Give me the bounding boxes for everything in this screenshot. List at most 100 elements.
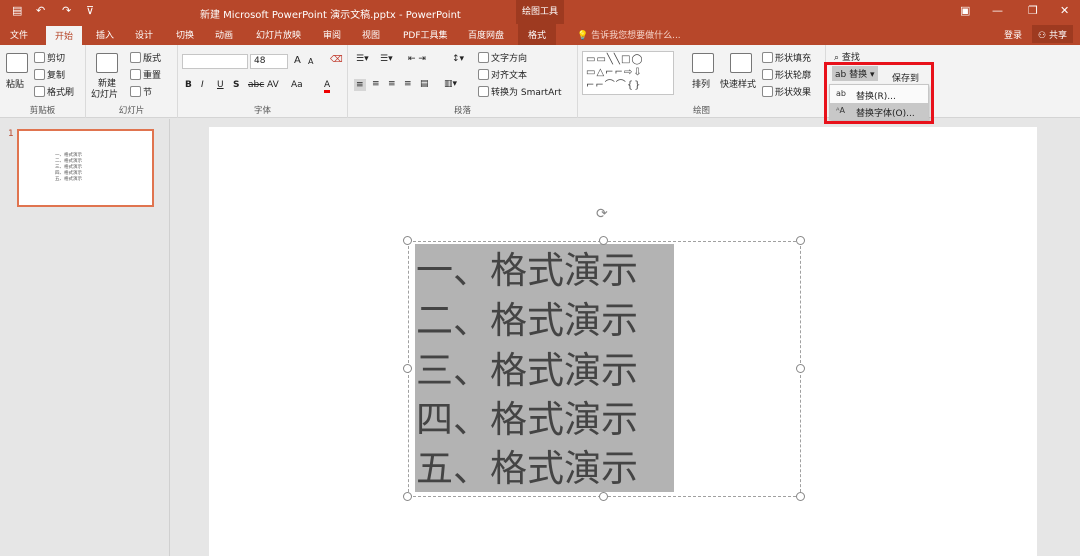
shapes-row[interactable]: ▭△⌐⌐⇨⇩	[586, 66, 670, 79]
shadow-button[interactable]: S	[233, 80, 239, 90]
resize-handle[interactable]	[796, 492, 805, 501]
tell-me-search[interactable]: 💡 告诉我您想要做什么...	[577, 28, 681, 41]
share-button[interactable]: ⚇ 共享	[1032, 25, 1073, 43]
strikethrough-button[interactable]: abc	[248, 80, 264, 90]
group-font: 48 A A ⌫ B I U S abc AV Aa A 字体	[178, 45, 348, 118]
layout-button[interactable]: 版式	[130, 51, 161, 64]
numbering-icon[interactable]: ☰▾	[380, 54, 393, 64]
smartart-label: 转换为 SmartArt	[491, 88, 562, 98]
thumb-line: 五、格式演示	[55, 177, 82, 182]
shapes-row[interactable]: ▭▭╲╲□◯	[586, 53, 670, 66]
tab-insert[interactable]: 插入	[96, 28, 114, 41]
shapes-row[interactable]: ⌐⌐⌒⌒{}	[586, 79, 670, 92]
minimize-icon[interactable]: —	[992, 4, 1003, 17]
close-icon[interactable]: ✕	[1060, 4, 1069, 17]
resize-handle[interactable]	[403, 492, 412, 501]
tab-format[interactable]: 格式	[518, 24, 557, 45]
shape-outline-button[interactable]: 形状轮廓	[762, 68, 811, 81]
tab-transitions[interactable]: 切换	[176, 28, 194, 41]
tab-baidu-netdisk[interactable]: 百度网盘	[468, 28, 504, 41]
align-center-icon[interactable]: ≡	[372, 79, 380, 89]
justify-icon[interactable]: ≡	[404, 79, 412, 89]
italic-button[interactable]: I	[201, 80, 204, 90]
paste-button[interactable]: 粘贴	[6, 77, 24, 90]
indent-icon[interactable]: ⇤ ⇥	[408, 54, 426, 64]
cut-button[interactable]: 剪切	[34, 51, 65, 64]
clear-format-button[interactable]: ⌫	[330, 55, 343, 65]
change-case-button[interactable]: Aa	[291, 80, 303, 90]
text-direction-label: 文字方向	[491, 54, 528, 64]
align-right-icon[interactable]: ≡	[388, 79, 396, 89]
slide-thumbnail[interactable]: 一、格式演示 二、格式演示 三、格式演示 四、格式演示 五、格式演示	[17, 129, 154, 207]
paste-icon	[6, 53, 28, 73]
shape-effects-button[interactable]: 形状效果	[762, 85, 811, 98]
slide-text-line[interactable]: 五、格式演示	[416, 444, 638, 493]
tab-file[interactable]: 文件	[10, 28, 28, 41]
shape-outline-label: 形状轮廓	[775, 71, 812, 81]
section-button[interactable]: 节	[130, 85, 152, 98]
align-text-label: 对齐文本	[491, 71, 528, 81]
font-color-button[interactable]: A	[324, 80, 331, 93]
resize-handle[interactable]	[796, 364, 805, 373]
ribbon-tabs: 文件 开始 插入 设计 切换 动画 幻灯片放映 审阅 视图 PDF工具集 百度网…	[0, 24, 1080, 45]
tab-pdf-tools[interactable]: PDF工具集	[403, 28, 448, 41]
resize-handle[interactable]	[599, 236, 608, 245]
save-icon[interactable]: ▤	[12, 4, 22, 17]
char-spacing-button[interactable]: AV	[267, 80, 279, 90]
resize-handle[interactable]	[403, 236, 412, 245]
group-label-clipboard: 剪贴板	[29, 106, 56, 116]
quick-styles-icon	[730, 53, 752, 73]
grow-font-button[interactable]: A	[294, 55, 301, 66]
line-spacing-icon[interactable]: ↕▾	[452, 54, 464, 64]
tell-me-text: 告诉我您想要做什么...	[591, 31, 681, 41]
font-name-combo[interactable]	[182, 54, 248, 69]
slide-text-line[interactable]: 三、格式演示	[416, 346, 638, 395]
highlight-box	[824, 62, 934, 124]
font-size-combo[interactable]: 48	[250, 54, 288, 69]
arrange-button[interactable]: 排列	[692, 77, 710, 90]
tab-animations[interactable]: 动画	[215, 28, 233, 41]
tab-view[interactable]: 视图	[362, 28, 380, 41]
rotate-handle-icon[interactable]: ⟳	[596, 206, 608, 222]
bold-button[interactable]: B	[185, 80, 192, 90]
login-link[interactable]: 登录	[1004, 28, 1022, 41]
reset-button[interactable]: 重置	[130, 68, 161, 81]
group-drawing: ▭▭╲╲□◯ ▭△⌐⌐⇨⇩ ⌐⌐⌒⌒{} 排列 快速样式 形状填充 形状轮廓 形…	[578, 45, 826, 118]
copy-button[interactable]: 复制	[34, 68, 65, 81]
resize-handle[interactable]	[403, 364, 412, 373]
tab-slideshow[interactable]: 幻灯片放映	[256, 28, 301, 41]
distribute-icon[interactable]: ▤	[420, 79, 429, 89]
tab-review[interactable]: 审阅	[323, 28, 341, 41]
underline-button[interactable]: U	[217, 80, 224, 90]
undo-icon[interactable]: ↶	[36, 4, 45, 17]
tab-design[interactable]: 设计	[135, 28, 153, 41]
window-title: 新建 Microsoft PowerPoint 演示文稿.pptx - Powe…	[200, 10, 461, 21]
text-direction-button[interactable]: 文字方向	[478, 51, 527, 64]
restore-icon[interactable]: ❐	[1028, 4, 1038, 17]
format-painter-button[interactable]: 格式刷	[34, 85, 74, 98]
slide-text-line[interactable]: 一、格式演示	[416, 246, 638, 295]
quick-styles-button[interactable]: 快速样式	[720, 77, 756, 90]
shape-fill-button[interactable]: 形状填充	[762, 51, 811, 64]
columns-icon[interactable]: ▥▾	[444, 79, 457, 89]
slide-number: 1	[8, 129, 14, 139]
align-text-button[interactable]: 对齐文本	[478, 68, 527, 81]
new-slide-label-2[interactable]: 幻灯片	[91, 87, 118, 100]
slide-text-line[interactable]: 二、格式演示	[416, 296, 638, 345]
shape-effects-label: 形状效果	[775, 88, 812, 98]
customize-icon[interactable]: ⊽	[86, 4, 94, 17]
align-left-icon[interactable]: ≡	[354, 79, 366, 91]
scissors-icon	[34, 52, 45, 63]
bullets-icon[interactable]: ☰▾	[356, 54, 369, 64]
ribbon-display-icon[interactable]: ▣	[960, 4, 970, 17]
smartart-button[interactable]: 转换为 SmartArt	[478, 85, 561, 98]
shrink-font-button[interactable]: A	[308, 57, 313, 66]
slide-thumbnail-panel: 1 一、格式演示 二、格式演示 三、格式演示 四、格式演示 五、格式演示	[0, 119, 170, 556]
tab-home[interactable]: 开始	[46, 26, 83, 45]
redo-icon[interactable]: ↷	[62, 4, 71, 17]
layout-label: 版式	[143, 54, 162, 64]
resize-handle[interactable]	[796, 236, 805, 245]
resize-handle[interactable]	[599, 492, 608, 501]
slide-text-line[interactable]: 四、格式演示	[416, 395, 638, 444]
shapes-gallery[interactable]: ▭▭╲╲□◯ ▭△⌐⌐⇨⇩ ⌐⌐⌒⌒{}	[582, 51, 674, 95]
